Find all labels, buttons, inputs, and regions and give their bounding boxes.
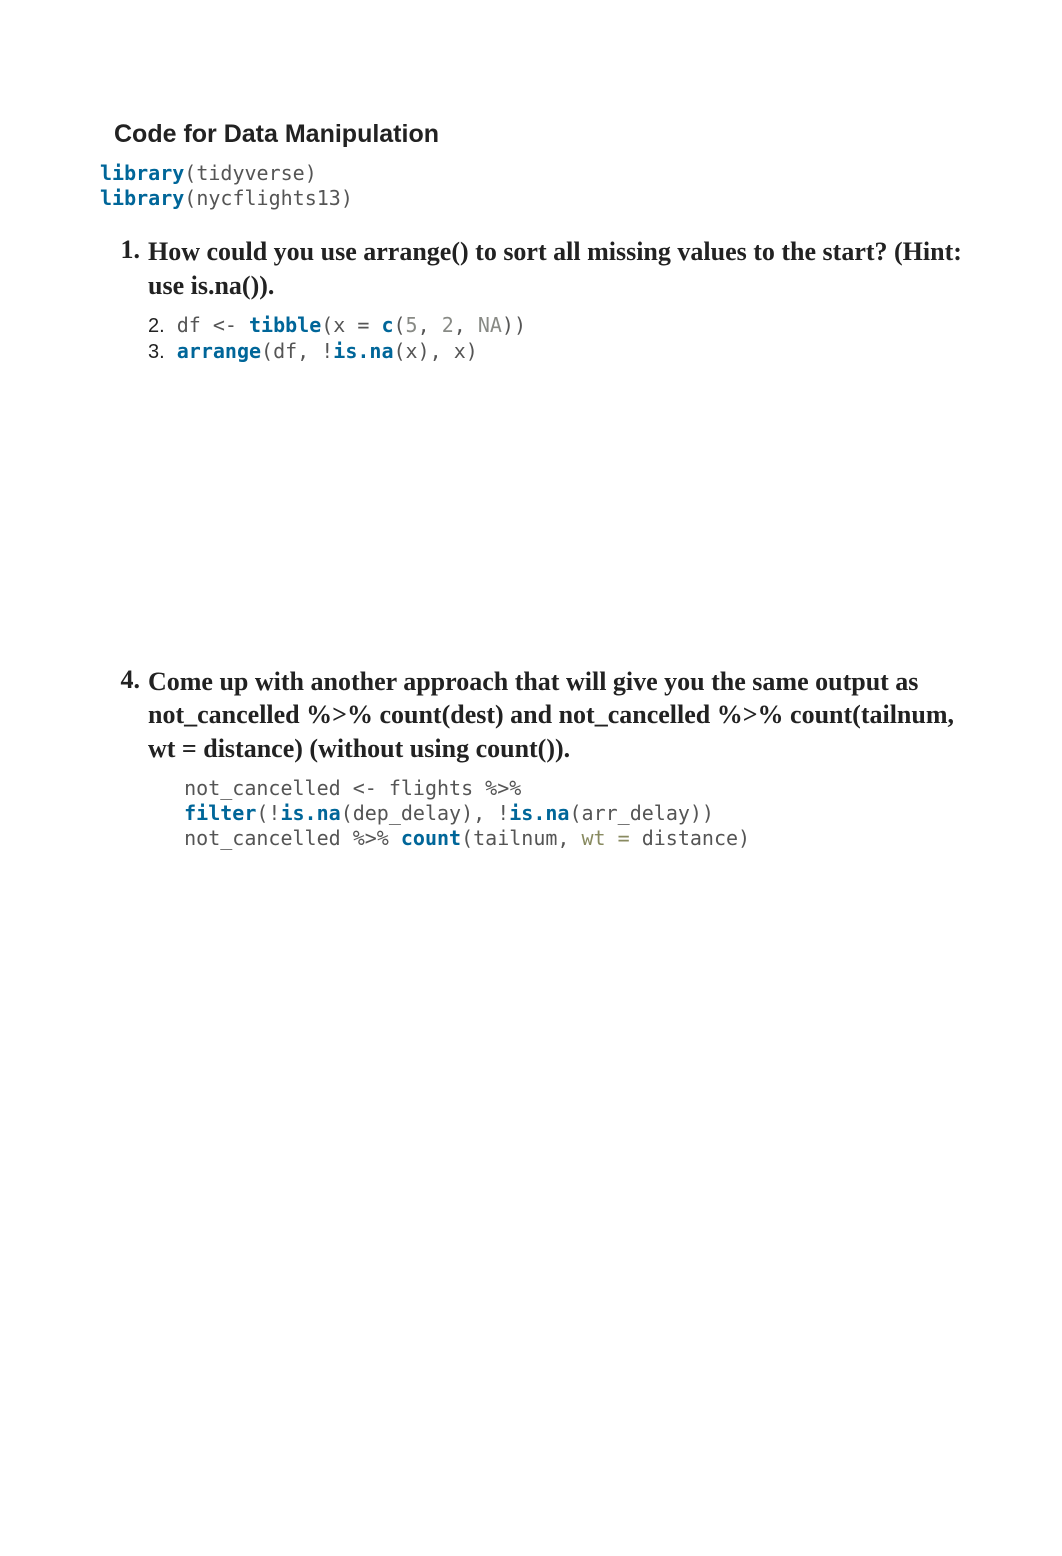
question-1-heading: 1. How could you use arrange() to sort a… (100, 235, 962, 303)
question-4-section: 4. Come up with another approach that wi… (100, 665, 962, 851)
question-4-heading: 4. Come up with another approach that wi… (100, 665, 962, 766)
question-1-section: 1. How could you use arrange() to sort a… (100, 235, 962, 365)
question-number: 4. (100, 665, 148, 695)
document-page: Code for Data Manipulation library(tidyv… (0, 0, 1062, 1151)
question-1-code: 2. df <- tibble(x = c(5, 2, NA)) 3. arra… (148, 313, 962, 365)
library-code-block: library(tidyverse) library(nycflights13) (100, 161, 962, 211)
question-text: Come up with another approach that will … (148, 665, 962, 766)
document-title: Code for Data Manipulation (114, 120, 962, 149)
question-text: How could you use arrange() to sort all … (148, 235, 962, 303)
question-4-code: not_cancelled <- flights %>% filter(!is.… (148, 776, 962, 851)
question-number: 1. (100, 235, 148, 265)
